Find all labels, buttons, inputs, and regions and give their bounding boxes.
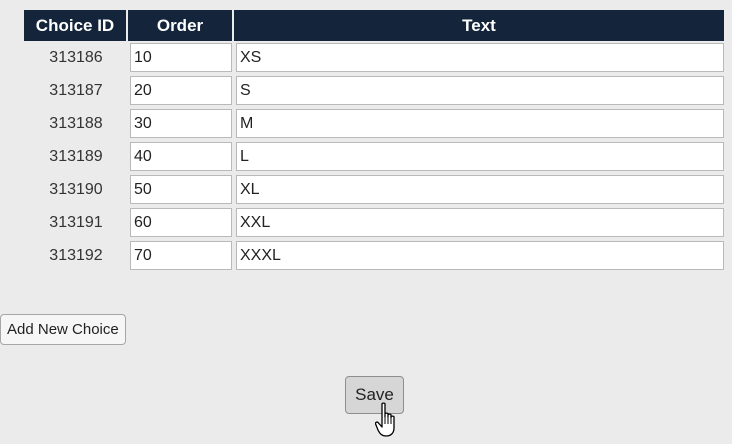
add-new-choice-button[interactable]: Add New Choice — [0, 314, 126, 345]
text-input[interactable] — [236, 241, 724, 270]
order-input[interactable] — [130, 241, 232, 270]
order-input[interactable] — [130, 175, 232, 204]
order-input[interactable] — [130, 76, 232, 105]
choice-id-cell: 313189 — [49, 147, 103, 165]
table-row: 313189 — [24, 140, 724, 173]
choice-id-cell: 313186 — [49, 48, 103, 66]
choice-id-cell: 313187 — [49, 81, 103, 99]
table-row: 313190 — [24, 173, 724, 206]
table-row: 313192 — [24, 239, 724, 272]
table-row: 313188 — [24, 107, 724, 140]
table-row: 313187 — [24, 74, 724, 107]
text-input[interactable] — [236, 175, 724, 204]
text-input[interactable] — [236, 142, 724, 171]
text-input[interactable] — [236, 43, 724, 72]
table-row: 313186 — [24, 41, 724, 74]
choice-id-cell: 313192 — [49, 246, 103, 264]
column-header-text: Text — [234, 10, 724, 41]
table-row: 313191 — [24, 206, 724, 239]
choice-id-cell: 313191 — [49, 213, 103, 231]
text-input[interactable] — [236, 208, 724, 237]
choice-id-cell: 313190 — [49, 180, 103, 198]
choices-table: Choice ID Order Text 313186 313187 31318… — [24, 10, 724, 272]
order-input[interactable] — [130, 208, 232, 237]
column-header-order: Order — [128, 10, 234, 41]
text-input[interactable] — [236, 109, 724, 138]
text-input[interactable] — [236, 76, 724, 105]
choice-id-cell: 313188 — [49, 114, 103, 132]
column-header-choice-id: Choice ID — [24, 10, 128, 41]
order-input[interactable] — [130, 43, 232, 72]
order-input[interactable] — [130, 142, 232, 171]
save-button[interactable]: Save — [345, 376, 404, 414]
order-input[interactable] — [130, 109, 232, 138]
table-header-row: Choice ID Order Text — [24, 10, 724, 41]
